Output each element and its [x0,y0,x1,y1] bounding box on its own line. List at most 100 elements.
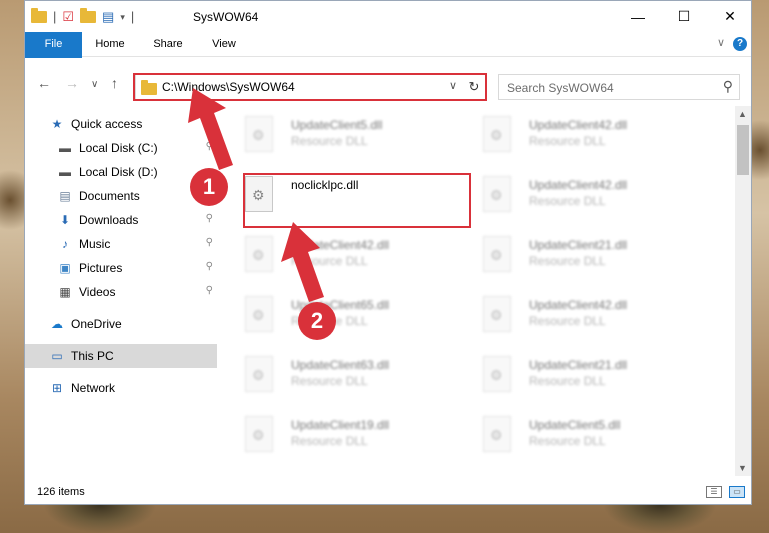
scrollbar-thumb[interactable] [737,125,749,175]
up-button[interactable]: ↑ [111,76,118,90]
sidebar-item-pictures[interactable]: ▣ Pictures ⚲ [25,256,217,280]
expand-ribbon-icon[interactable]: ∨ [717,36,725,49]
dll-file-icon [245,416,273,452]
pin-icon: ⚲ [205,285,213,296]
scroll-down-icon[interactable]: ▼ [738,463,747,473]
sidebar-item-label: Quick access [71,117,143,131]
properties-icon[interactable]: ☑ [62,10,74,24]
help-icon[interactable]: ? [733,37,747,51]
file-name: UpdateClient63.dll [291,358,390,372]
dll-file-icon [483,416,511,452]
sidebar-item-local-disk-c[interactable]: ▬ Local Disk (C:) ⚲ [25,136,217,160]
pin-icon: ⚲ [205,213,213,224]
file-name: UpdateClient42.dll [529,118,628,132]
file-item[interactable]: UpdateClient42.dll Resource DLL [457,110,687,160]
sidebar-item-downloads[interactable]: ⬇ Downloads ⚲ [25,208,217,232]
documents-icon: ▤ [59,189,71,203]
file-item[interactable]: UpdateClient21.dll Resource DLL [457,230,687,280]
title-bar[interactable]: | ☑ ▤ ▾ | SysWOW64 — ☐ ✕ [25,1,751,32]
recent-locations-button[interactable]: ∨ [91,78,98,92]
file-name: UpdateClient19.dll [291,418,390,432]
search-icon[interactable]: ⚲ [723,78,733,95]
sidebar-item-label: Network [71,381,116,395]
sidebar-item-videos[interactable]: ▦ Videos ⚲ [25,280,217,304]
file-type: Resource DLL [529,254,606,268]
separator-icon: | [130,9,135,24]
star-icon: ★ [51,117,63,131]
search-box[interactable]: Search SysWOW64 ⚲ [498,74,740,100]
file-name: UpdateClient5.dll [529,418,621,432]
sidebar-item-onedrive[interactable]: ☁ OneDrive [25,312,217,336]
file-item[interactable]: UpdateClient42.dll Resource DLL [219,230,449,280]
file-item[interactable]: UpdateClient5.dll Resource DLL [219,110,449,160]
tiles-view-icon[interactable]: ▭ [729,486,745,498]
pictures-icon: ▣ [59,261,71,275]
sidebar-item-local-disk-d[interactable]: ▬ Local Disk (D:) [25,160,217,184]
file-name: UpdateClient42.dll [529,298,628,312]
downloads-icon: ⬇ [59,213,71,227]
sidebar-item-music[interactable]: ♪ Music ⚲ [25,232,217,256]
file-name: UpdateClient21.dll [529,238,628,252]
back-button[interactable]: ← [37,76,51,90]
network-icon: ⊞ [51,381,63,395]
sidebar-item-network[interactable]: ⊞ Network [25,376,217,400]
drive-icon: ▬ [59,141,71,155]
file-name: UpdateClient42.dll [291,238,390,252]
file-item[interactable]: UpdateClient42.dll Resource DLL [457,290,687,340]
new-folder-icon[interactable] [80,8,97,23]
separator-icon: | [53,9,57,24]
sidebar-item-label: OneDrive [71,317,122,331]
minimize-button[interactable]: — [615,1,661,32]
step-one-badge: 1 [190,168,228,206]
file-type: Resource DLL [529,434,606,448]
scroll-up-icon[interactable]: ▲ [738,109,747,119]
file-name: UpdateClient21.dll [529,358,628,372]
navigation-pane: ★ Quick access ▬ Local Disk (C:) ⚲ ▬ Loc… [25,106,217,476]
file-name: UpdateClient42.dll [529,178,628,192]
file-item[interactable]: UpdateClient19.dll Resource DLL [219,410,449,460]
file-item[interactable]: UpdateClient5.dll Resource DLL [457,410,687,460]
file-highlight [243,173,471,228]
drive-icon: ▬ [59,165,71,179]
tab-view[interactable]: View [201,32,247,57]
file-list: UpdateClient5.dll Resource DLL UpdateCli… [219,106,735,476]
file-item[interactable]: UpdateClient42.dll Resource DLL [457,170,687,220]
folder-icon [31,8,47,23]
maximize-button[interactable]: ☐ [661,1,707,32]
file-type: Resource DLL [291,254,368,268]
details-view-icon[interactable]: ☰ [706,486,722,498]
sidebar-item-label: Local Disk (D:) [79,165,158,179]
view-options-icon[interactable]: ▤ [102,10,114,24]
dll-file-icon [483,116,511,152]
vertical-scrollbar[interactable]: ▲ ▼ [735,106,751,476]
sidebar-item-label: Downloads [79,213,139,227]
status-bar: 126 items ☰ ▭ [25,478,751,505]
window-title: SysWOW64 [193,10,259,24]
sidebar-item-label: Documents [79,189,140,203]
file-type: Resource DLL [529,194,606,208]
close-button[interactable]: ✕ [707,1,753,32]
dll-file-icon [483,236,511,272]
file-item[interactable]: UpdateClient21.dll Resource DLL [457,350,687,400]
file-type: Resource DLL [291,374,368,388]
file-item[interactable]: UpdateClient63.dll Resource DLL [219,350,449,400]
file-name: UpdateClient5.dll [291,118,383,132]
tab-share[interactable]: Share [145,32,191,57]
videos-icon: ▦ [59,285,71,299]
file-type: Resource DLL [291,434,368,448]
pin-icon: ⚲ [205,237,213,248]
file-type: Resource DLL [529,134,606,148]
sidebar-item-quick-access[interactable]: ★ Quick access [25,112,217,136]
sidebar-item-this-pc[interactable]: ▭ This PC [25,344,217,368]
dll-file-icon [483,176,511,212]
customize-toolbar-icon[interactable]: ▾ [120,10,125,24]
tab-home[interactable]: Home [87,32,133,57]
sidebar-item-label: Videos [79,285,116,299]
dll-file-icon [483,296,511,332]
sidebar-item-label: Pictures [79,261,123,275]
forward-button[interactable]: → [65,76,79,90]
file-type: Resource DLL [529,374,606,388]
explorer-window: | ☑ ▤ ▾ | SysWOW64 — ☐ ✕ File Home Share… [24,0,752,505]
music-icon: ♪ [62,237,68,251]
sidebar-item-documents[interactable]: ▤ Documents ⚲ [25,184,217,208]
